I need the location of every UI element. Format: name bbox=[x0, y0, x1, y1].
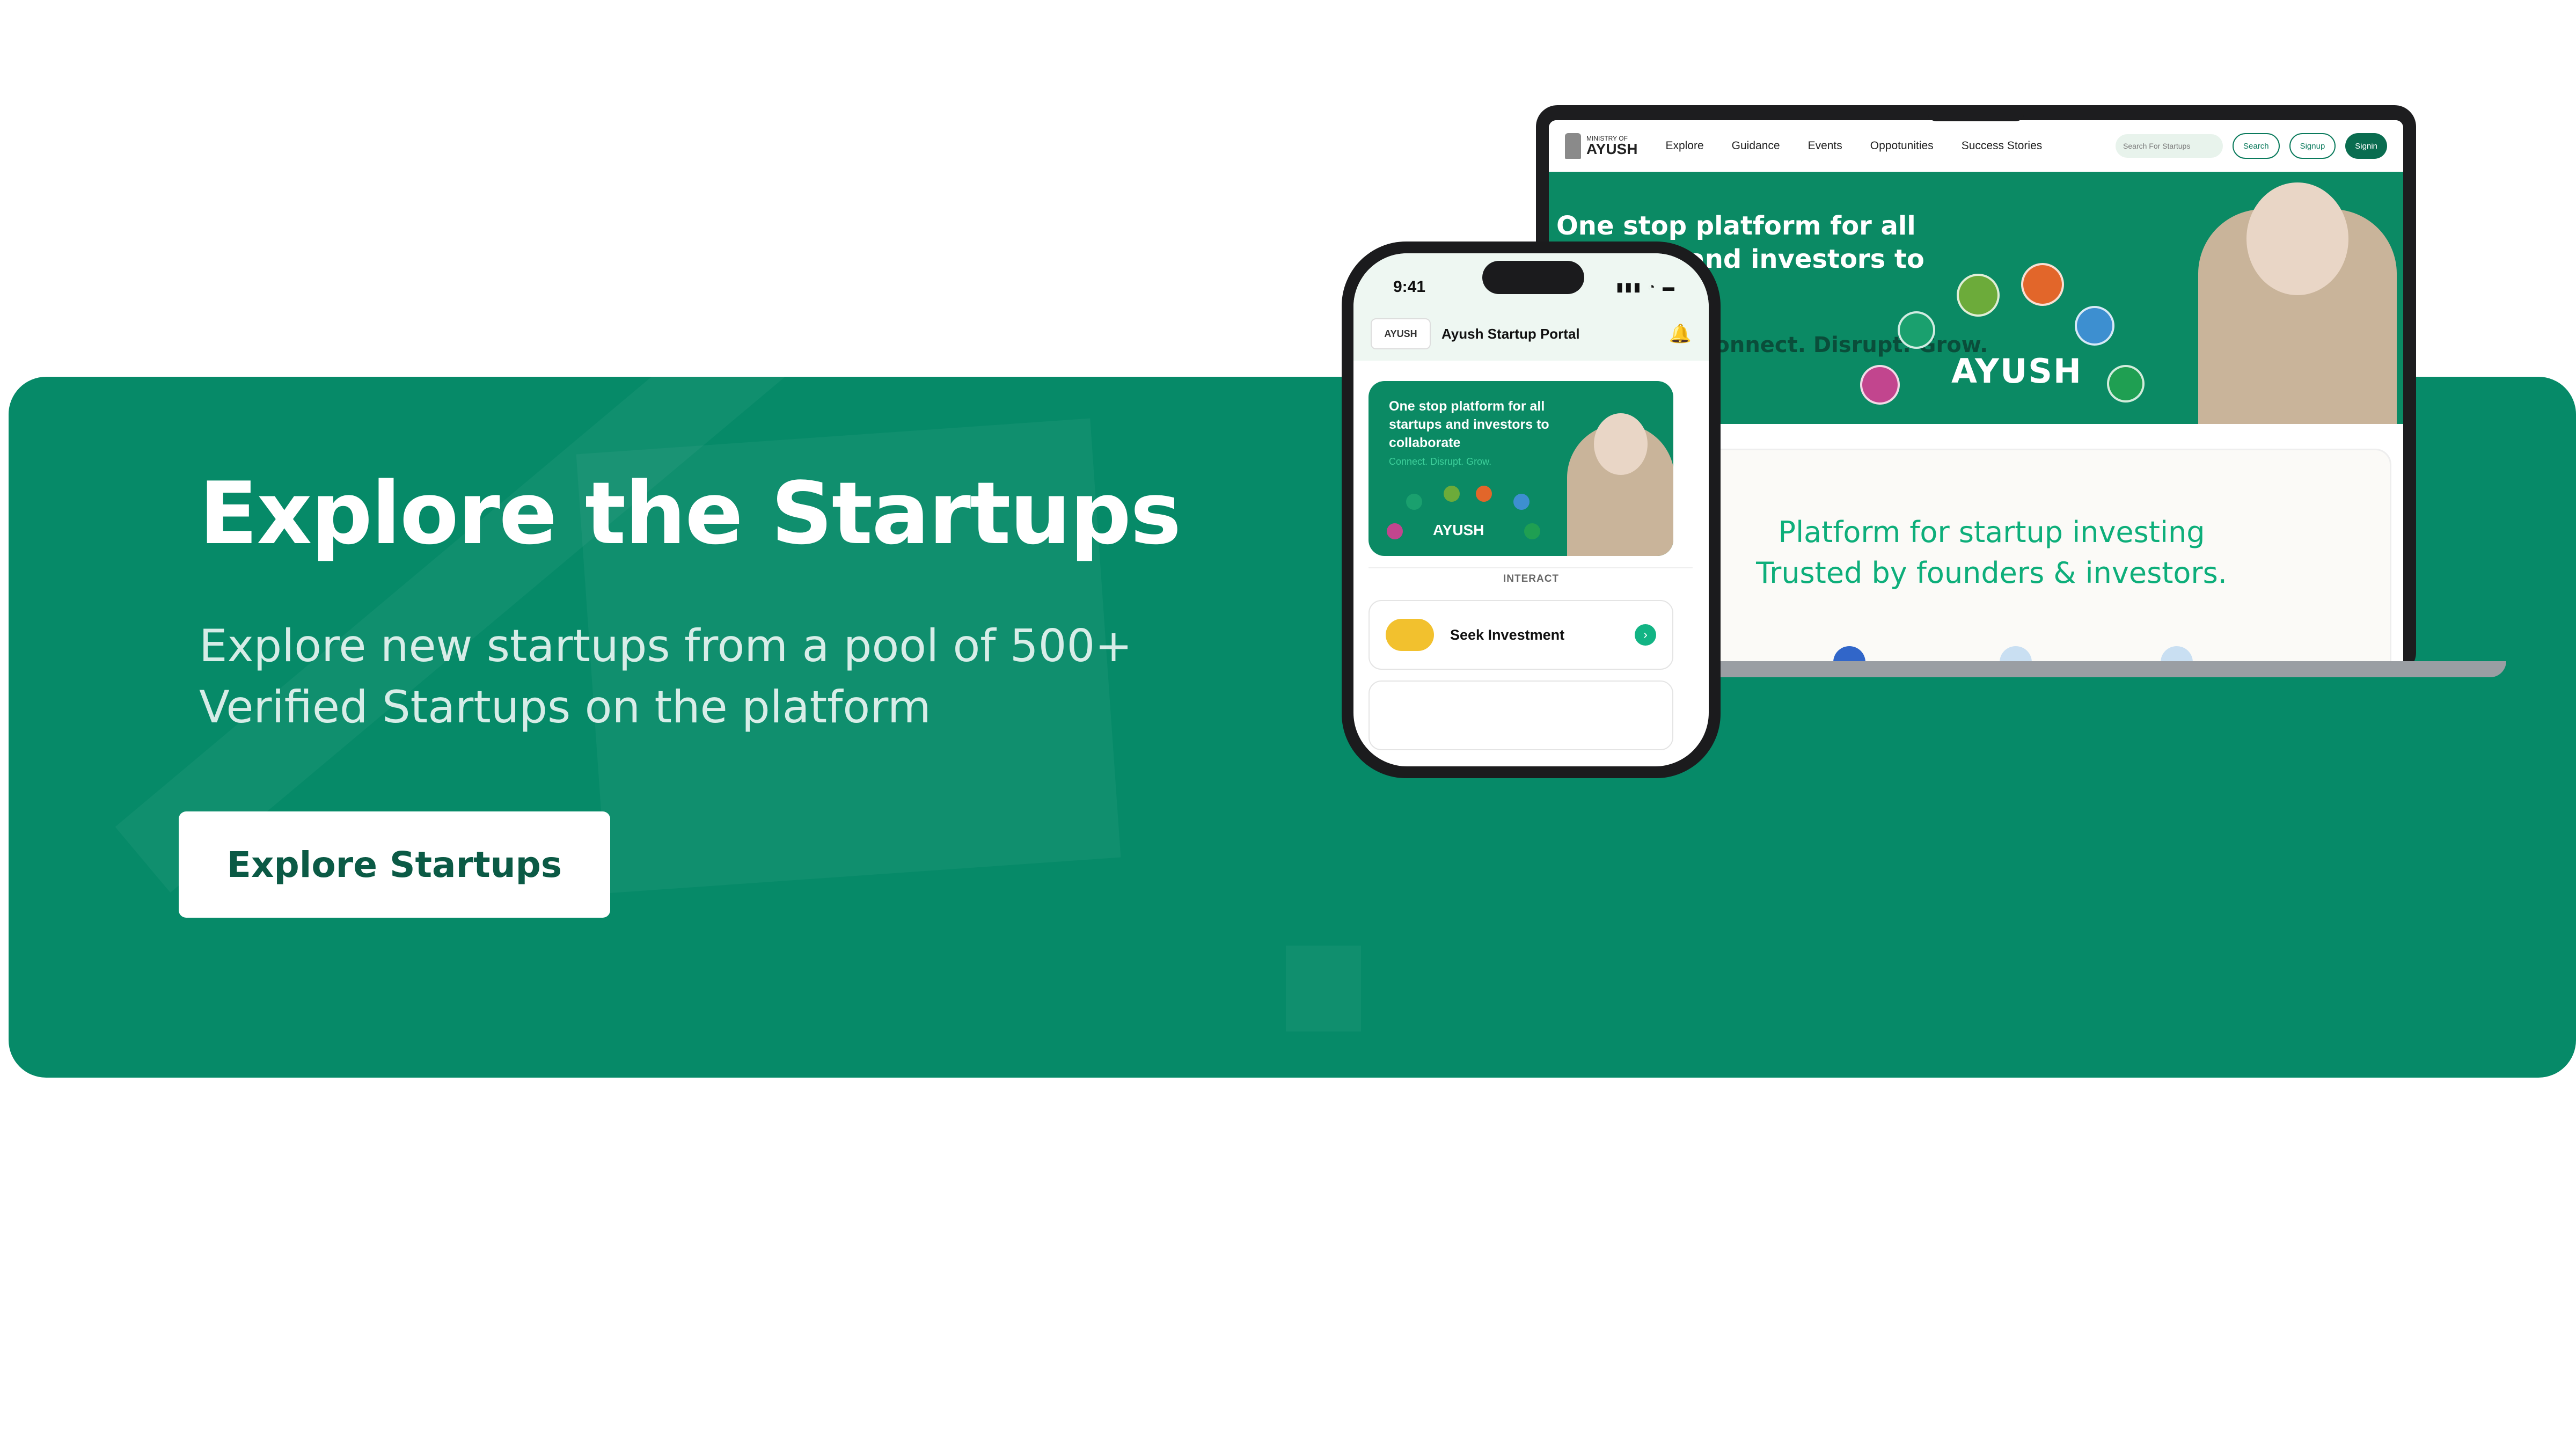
logo-big-text: AYUSH bbox=[1586, 141, 1638, 157]
app-header: AYUSH Ayush Startup Portal 🔔 bbox=[1353, 307, 1709, 361]
app-title: Ayush Startup Portal bbox=[1441, 325, 1580, 342]
leaf-icon bbox=[1444, 486, 1460, 502]
lotus-icon bbox=[1387, 523, 1403, 539]
signin-button[interactable]: Signin bbox=[2345, 133, 2387, 159]
coins-icon bbox=[1386, 619, 1434, 651]
nav-explore[interactable]: Explore bbox=[1665, 140, 1703, 152]
banner-subtext: Explore new startups from a pool of 500+… bbox=[199, 616, 1219, 738]
platform-heading: Platform for startup investing Trusted b… bbox=[1710, 512, 2273, 594]
interact-section-label: INTERACT bbox=[1503, 573, 1560, 584]
hero-tagline: Connect. Disrupt. Grow. bbox=[1699, 333, 1988, 357]
ayush-logo[interactable]: MINISTRY OF AYUSH bbox=[1565, 133, 1637, 159]
meditation-icon bbox=[1513, 494, 1529, 510]
platform-line1: Platform for startup investing bbox=[1778, 515, 2205, 549]
platform-line2: Trusted by founders & investors. bbox=[1756, 556, 2227, 590]
medicine-bottle-icon bbox=[1524, 523, 1540, 539]
startup-search-input[interactable]: Search For Startups bbox=[2116, 134, 2223, 158]
app-card-wordmark: AYUSH bbox=[1433, 522, 1484, 538]
app-logo: AYUSH bbox=[1371, 318, 1431, 349]
nav-events[interactable]: Events bbox=[1808, 140, 1842, 152]
remedy-jar-icon bbox=[1476, 486, 1492, 502]
herb-icon bbox=[1406, 494, 1422, 510]
portrait-face bbox=[2246, 182, 2348, 295]
meditation-icon bbox=[2075, 306, 2114, 346]
app-card-tagline: Connect. Disrupt. Grow. bbox=[1389, 456, 1492, 467]
signup-button[interactable]: Signup bbox=[2289, 133, 2336, 159]
banner-subtext-line2: Verified Startups on the platform bbox=[199, 681, 931, 733]
herb-icon bbox=[1898, 311, 1935, 349]
status-time: 9:41 bbox=[1393, 278, 1426, 296]
medicine-bottle-icon bbox=[2107, 365, 2145, 402]
list-item[interactable] bbox=[1368, 680, 1673, 750]
chevron-right-icon[interactable]: › bbox=[1635, 624, 1656, 646]
portrait-face bbox=[1594, 413, 1648, 475]
decorative-block bbox=[1286, 946, 1361, 1031]
app-card-title: One stop platform for all startups and i… bbox=[1389, 399, 1549, 450]
laptop-base bbox=[1605, 661, 2506, 677]
phone-dynamic-island bbox=[1482, 261, 1584, 294]
phone-mockup: 9:41 ▮▮▮ ◔ ▬ AYUSH Ayush Startup Portal … bbox=[1342, 241, 1721, 778]
hero-ayush-wordmark: AYUSH bbox=[1951, 352, 2082, 391]
app-hero-card[interactable]: One stop platform for all startups and i… bbox=[1368, 381, 1673, 556]
explore-startups-button[interactable]: Explore Startups bbox=[179, 811, 610, 918]
bell-icon[interactable]: 🔔 bbox=[1669, 323, 1692, 345]
national-emblem-icon bbox=[1565, 133, 1581, 159]
seek-investment-item[interactable]: Seek Investment › bbox=[1368, 600, 1673, 670]
nav-opportunities[interactable]: Oppotunities bbox=[1870, 140, 1934, 152]
lotus-icon bbox=[1860, 365, 1900, 405]
phone-screen: 9:41 ▮▮▮ ◔ ▬ AYUSH Ayush Startup Portal … bbox=[1353, 253, 1709, 766]
leaf-icon bbox=[1957, 274, 2000, 317]
remedy-jar-icon bbox=[2021, 263, 2064, 306]
divider bbox=[1368, 567, 1693, 568]
signal-wifi-battery-icon: ▮▮▮ ◔ ▬ bbox=[1616, 280, 1677, 294]
banner-headline: Explore the Startups bbox=[199, 463, 1181, 564]
nav-guidance[interactable]: Guidance bbox=[1732, 140, 1780, 152]
site-navbar: MINISTRY OF AYUSH Explore Guidance Event… bbox=[1549, 120, 2403, 172]
banner-subtext-line1: Explore new startups from a pool of 500+ bbox=[199, 620, 1132, 672]
seek-investment-label: Seek Investment bbox=[1450, 626, 1565, 643]
nav-success-stories[interactable]: Success Stories bbox=[1962, 140, 2043, 152]
laptop-camera-notch bbox=[1928, 105, 2024, 121]
search-button[interactable]: Search bbox=[2233, 133, 2280, 159]
